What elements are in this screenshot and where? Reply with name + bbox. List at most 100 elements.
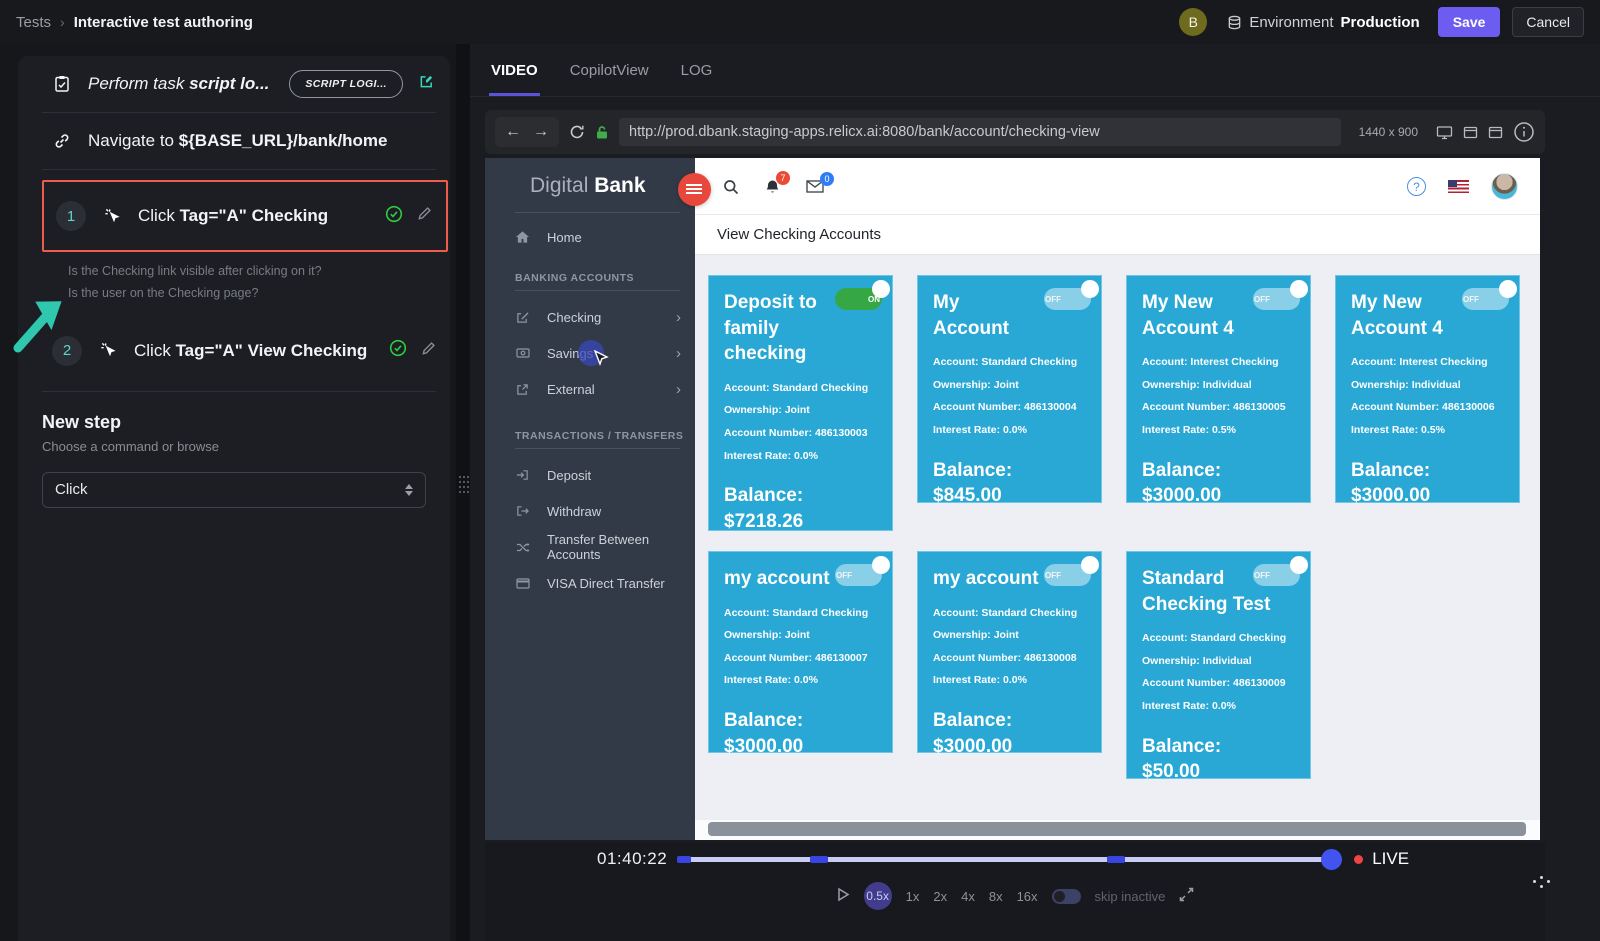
tab-video[interactable]: VIDEO — [489, 52, 540, 96]
mouse-cursor-icon — [593, 350, 609, 368]
mail-count-badge: 0 — [820, 172, 834, 186]
browser-back-button[interactable]: ← — [505, 123, 521, 141]
fullscreen-expand-icon[interactable] — [1179, 887, 1194, 905]
browser-toolbar: ← → http://prod.dbank.staging-apps.relic… — [485, 110, 1545, 154]
cancel-button[interactable]: Cancel — [1512, 7, 1584, 37]
edit-square-icon — [515, 311, 530, 324]
scrollbar-thumb[interactable] — [708, 822, 1526, 836]
bank-page-title: View Checking Accounts — [695, 215, 1540, 255]
account-toggle[interactable]: OFF — [1044, 564, 1091, 586]
top-bar: Tests › Interactive test authoring B Env… — [0, 0, 1600, 44]
money-icon — [515, 348, 530, 358]
window-viewport-icon[interactable] — [1463, 126, 1478, 139]
step-assertions: Is the Checking link visible after click… — [18, 252, 450, 309]
step-number-badge: 1 — [56, 201, 86, 231]
account-card[interactable]: Standard Checking Test OFF Account: Stan… — [1126, 551, 1311, 779]
live-indicator-dot — [1354, 855, 1363, 864]
tab-copilotview[interactable]: CopilotView — [568, 52, 651, 96]
chevron-right-icon: › — [676, 381, 681, 398]
breadcrumb-tests[interactable]: Tests — [16, 14, 51, 31]
account-card[interactable]: my account OFF Account: Standard Checkin… — [708, 551, 893, 753]
edit-step-icon[interactable] — [421, 341, 436, 361]
task-step[interactable]: Perform task script lo... SCRIPT LOGI... — [18, 56, 450, 112]
horizontal-scrollbar[interactable] — [695, 820, 1540, 840]
browser-reload-button[interactable] — [569, 124, 585, 140]
sidebar-toggle-button[interactable] — [678, 173, 711, 206]
speed-2x[interactable]: 2x — [933, 889, 947, 904]
sign-out-icon — [515, 505, 530, 517]
mail-icon[interactable]: 0 — [806, 180, 824, 193]
chevron-right-icon: › — [676, 345, 681, 362]
speed-0-5x[interactable]: 0.5x — [864, 882, 892, 910]
bank-sidebar: Digital Bank Home BANKING ACCOUNTS Check… — [485, 158, 695, 840]
video-player-controls: 01:40:22 LIVE 0.5x 1x 2x 4x 8x — [485, 842, 1545, 941]
new-step-section: New step Choose a command or browse Clic… — [18, 392, 450, 508]
bank-nav-withdraw-label: Withdraw — [547, 504, 601, 519]
highlighted-step-outline: 1 Click Tag="A" Checking — [42, 180, 448, 252]
bank-nav-withdraw[interactable]: Withdraw — [485, 494, 695, 528]
checking-accounts-grid: Deposit to family checking ON Account: S… — [695, 255, 1540, 820]
panel-resize-divider[interactable] — [456, 44, 470, 941]
account-toggle[interactable]: OFF — [1253, 288, 1300, 310]
account-card[interactable]: My Account OFF Account: Standard Checkin… — [917, 275, 1102, 503]
account-card[interactable]: My New Account 4 OFF Account: Interest C… — [1126, 275, 1311, 503]
url-input[interactable]: http://prod.dbank.staging-apps.relicx.ai… — [619, 118, 1341, 146]
edit-step-icon[interactable] — [417, 206, 432, 226]
notifications-bell-icon[interactable]: 7 — [765, 179, 780, 195]
timeline-event-marker[interactable] — [810, 856, 828, 863]
account-toggle[interactable]: OFF — [1253, 564, 1300, 586]
bank-nav-visa[interactable]: VISA Direct Transfer — [485, 566, 695, 600]
avatar[interactable]: B — [1179, 8, 1207, 36]
step-1-click-checking[interactable]: 1 Click Tag="A" Checking — [44, 192, 446, 240]
drag-handle-icon[interactable] — [459, 476, 461, 478]
language-flag-icon[interactable] — [1448, 180, 1469, 193]
timeline-track[interactable] — [677, 857, 1332, 862]
step-passed-icon — [389, 339, 407, 362]
navigate-step[interactable]: Navigate to ${BASE_URL}/bank/home — [18, 113, 450, 169]
account-toggle[interactable]: OFF — [1462, 288, 1509, 310]
info-icon[interactable] — [1513, 121, 1535, 143]
skip-inactive-toggle[interactable] — [1052, 889, 1081, 904]
timeline-event-marker[interactable] — [1107, 856, 1125, 863]
speed-8x[interactable]: 8x — [989, 889, 1003, 904]
bank-nav-external[interactable]: External › — [485, 372, 695, 406]
environment-value[interactable]: Production — [1341, 14, 1420, 31]
account-card[interactable]: my account OFF Account: Standard Checkin… — [917, 551, 1102, 753]
timeline-event-marker[interactable] — [677, 856, 691, 863]
timeline-playhead[interactable] — [1321, 849, 1342, 870]
edit-script-icon[interactable] — [419, 74, 434, 94]
search-icon[interactable] — [723, 179, 739, 195]
window-viewport-icon-2[interactable] — [1488, 126, 1503, 139]
bank-logo: Digital Bank — [530, 174, 646, 198]
account-balance: Balance:$3000.00 — [933, 708, 1086, 759]
speed-16x[interactable]: 16x — [1017, 889, 1038, 904]
script-logic-pill-button[interactable]: SCRIPT LOGI... — [289, 70, 402, 98]
save-button[interactable]: Save — [1438, 7, 1501, 37]
command-dropdown[interactable]: Click — [42, 472, 426, 508]
speed-1x[interactable]: 1x — [906, 889, 920, 904]
bank-nav-transfer[interactable]: Transfer Between Accounts — [485, 530, 695, 564]
account-toggle[interactable]: ON — [835, 288, 882, 310]
account-card[interactable]: Deposit to family checking ON Account: S… — [708, 275, 893, 531]
video-viewport[interactable]: Digital Bank Home BANKING ACCOUNTS Check… — [485, 158, 1540, 840]
bank-nav-deposit[interactable]: Deposit — [485, 458, 695, 492]
account-card[interactable]: My New Account 4 OFF Account: Interest C… — [1335, 275, 1520, 503]
account-toggle[interactable]: OFF — [1044, 288, 1091, 310]
tab-log[interactable]: LOG — [679, 52, 715, 96]
bank-user-avatar[interactable] — [1491, 173, 1518, 200]
speed-4x[interactable]: 4x — [961, 889, 975, 904]
bank-nav-home[interactable]: Home — [485, 220, 695, 254]
task-step-label: Perform task script lo... — [88, 74, 269, 94]
new-step-subtitle: Choose a command or browse — [42, 439, 426, 454]
account-toggle[interactable]: OFF — [835, 564, 882, 586]
cursor-click-icon — [98, 341, 118, 360]
help-icon[interactable]: ? — [1407, 177, 1426, 196]
move-handle-icon[interactable] — [1533, 880, 1536, 883]
step-2-click-view-checking[interactable]: 2 Click Tag="A" View Checking — [18, 323, 450, 379]
play-button[interactable] — [836, 887, 850, 905]
bank-nav-checking[interactable]: Checking › — [485, 300, 695, 334]
browser-forward-button[interactable]: → — [533, 123, 549, 141]
clipboard-check-icon — [52, 75, 72, 93]
desktop-viewport-icon[interactable] — [1436, 125, 1453, 140]
step-passed-icon — [385, 205, 403, 228]
